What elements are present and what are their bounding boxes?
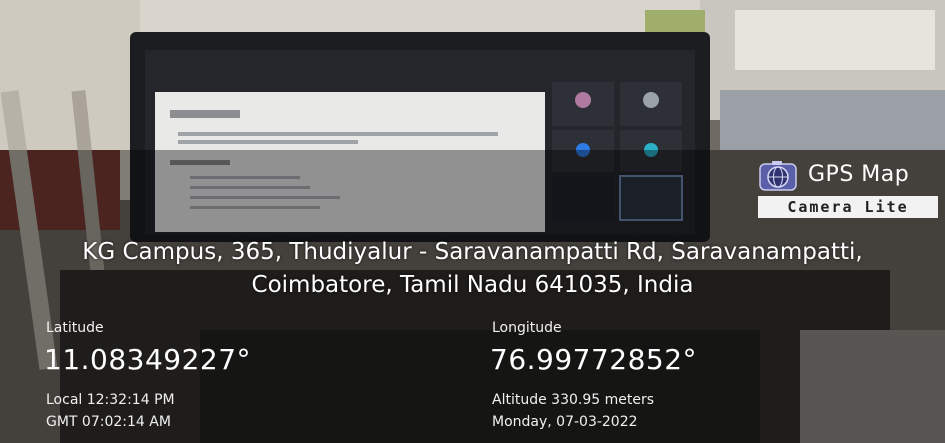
app-edition-label: Camera Lite bbox=[758, 196, 938, 218]
longitude-label: Longitude bbox=[492, 320, 562, 336]
address-line-2: Coimbatore, Tamil Nadu 641035, India bbox=[251, 272, 694, 298]
geotagged-photo: GPS Map Camera Lite KG Campus, 365, Thud… bbox=[0, 0, 945, 443]
local-time: Local 12:32:14 PM bbox=[46, 392, 175, 408]
altitude-reading: Altitude 330.95 meters bbox=[492, 392, 654, 408]
address-line-1: KG Campus, 365, Thudiyalur - Saravanampa… bbox=[82, 239, 863, 265]
app-name: GPS Map bbox=[808, 162, 910, 187]
longitude-value: 76.99772852° bbox=[490, 343, 698, 376]
address-block: KG Campus, 365, Thudiyalur - Saravanampa… bbox=[0, 236, 945, 302]
gmt-time: GMT 07:02:14 AM bbox=[46, 414, 171, 430]
app-watermark: GPS Map Camera Lite bbox=[752, 152, 942, 222]
date-reading: Monday, 07-03-2022 bbox=[492, 414, 638, 430]
latitude-value: 11.08349227° bbox=[44, 343, 252, 376]
latitude-label: Latitude bbox=[46, 320, 104, 336]
globe-camera-icon bbox=[759, 161, 797, 191]
